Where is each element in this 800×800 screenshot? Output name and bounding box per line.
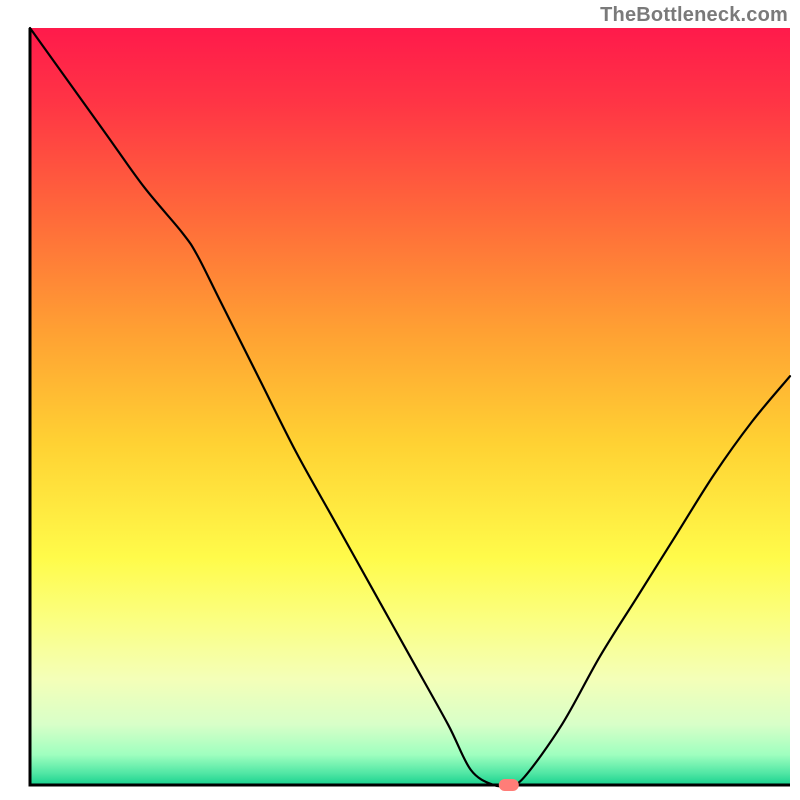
bottleneck-curve-chart — [0, 0, 800, 800]
optimum-marker — [499, 779, 519, 791]
chart-container: { "attribution": "TheBottleneck.com", "c… — [0, 0, 800, 800]
plot-background — [30, 28, 790, 785]
